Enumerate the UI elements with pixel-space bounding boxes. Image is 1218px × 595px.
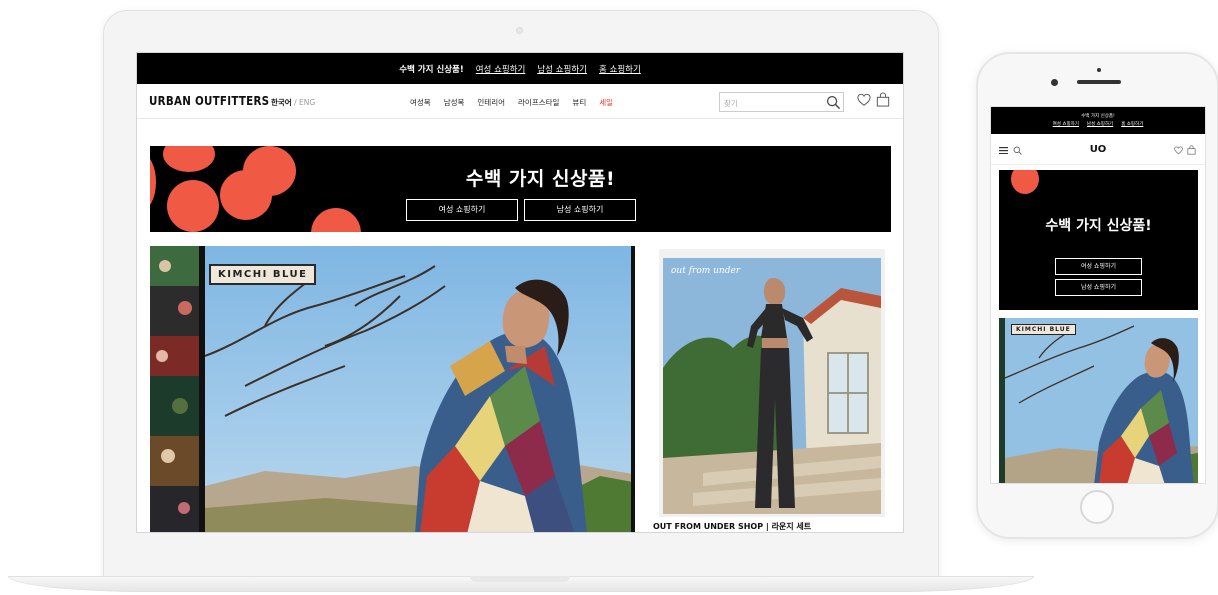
patchwork-pattern-image: [150, 246, 199, 532]
brand-sign-kimchi-blue: KIMCHI BLUE: [209, 264, 317, 285]
laptop-screen: 수백 가지 신상품! 여성 쇼핑하기 남성 쇼핑하기 홈 쇼핑하기 URBAN …: [136, 52, 904, 533]
mobile-promo-link-home[interactable]: 홈 쇼핑하기: [1121, 122, 1143, 127]
mobile-hero-banner: 수백 가지 신상품! 여성 쇼핑하기 남성 쇼핑하기: [999, 170, 1198, 310]
bag-icon[interactable]: [876, 92, 890, 107]
phone-camera: [1051, 79, 1058, 86]
mobile-promo-headline: 수백 가지 신상품!: [1081, 114, 1115, 119]
bag-icon[interactable]: [1187, 145, 1196, 155]
mobile-nav: UO: [991, 134, 1205, 165]
mobile-promo-link-men[interactable]: 남성 쇼핑하기: [1087, 122, 1113, 127]
search-placeholder: 찾기: [724, 99, 738, 108]
brand-logo[interactable]: URBAN OUTFITTERS: [149, 94, 269, 108]
photo-frame-edge: [631, 246, 635, 532]
nav-link-beauty[interactable]: 뷰티: [572, 97, 586, 108]
model-patchwork-jacket-image: [205, 246, 633, 532]
mobile-model-patchwork-jacket-image: [999, 318, 1198, 483]
promo-link-men[interactable]: 남성 쇼핑하기: [537, 63, 587, 75]
mobile-shop-women-button[interactable]: 여성 쇼핑하기: [1055, 258, 1142, 275]
nav-link-lifestyle[interactable]: 라이프스타일: [518, 97, 559, 108]
search-input[interactable]: 찾기: [719, 92, 844, 112]
decorative-dot: [311, 208, 361, 232]
lang-korean[interactable]: 한국어: [271, 98, 292, 107]
hero-title: 수백 가지 신상품!: [465, 168, 616, 190]
pattern-photo-strip[interactable]: [150, 246, 199, 532]
category-nav: 여성복 남성복 인테리어 라이프스타일 뷰티 세일: [410, 97, 613, 108]
promo-headline: 수백 가지 신상품!: [399, 64, 464, 75]
mobile-feature-photo[interactable]: KIMCHI BLUE: [999, 318, 1198, 483]
mobile-brand-logo[interactable]: UO: [991, 144, 1205, 155]
shop-men-button[interactable]: 남성 쇼핑하기: [524, 199, 636, 221]
side-feature-photo[interactable]: out from under: [663, 258, 881, 514]
search-icon[interactable]: [826, 95, 841, 110]
phone-speaker: [1077, 80, 1121, 84]
heart-icon[interactable]: [857, 93, 871, 107]
promo-bar: 수백 가지 신상품! 여성 쇼핑하기 남성 쇼핑하기 홈 쇼핑하기: [137, 53, 903, 84]
nav-link-sale[interactable]: 세일: [599, 97, 613, 108]
mobile-promo-link-women[interactable]: 여성 쇼핑하기: [1053, 122, 1079, 127]
main-nav: URBAN OUTFITTERS 한국어 / ENG 여성복 남성복 인테리어 …: [137, 84, 903, 119]
mobile-shop-men-button[interactable]: 남성 쇼핑하기: [1055, 279, 1142, 296]
promo-link-women[interactable]: 여성 쇼핑하기: [476, 63, 526, 75]
nav-link-men[interactable]: 남성복: [444, 97, 465, 108]
nav-link-interior[interactable]: 인테리어: [477, 97, 505, 108]
side-photo-script: out from under: [671, 266, 741, 276]
laptop-notch: [470, 576, 570, 582]
language-switcher: 한국어 / ENG: [271, 97, 315, 108]
side-photo-caption[interactable]: OUT FROM UNDER SHOP | 라운지 세트: [653, 521, 811, 532]
phone-screen: 수백 가지 신상품! 여성 쇼핑하기 남성 쇼핑하기 홈 쇼핑하기 UO 수백 가지…: [990, 106, 1206, 484]
mobile-promo-bar: 수백 가지 신상품! 여성 쇼핑하기 남성 쇼핑하기 홈 쇼핑하기: [991, 107, 1205, 134]
lang-separator: /: [291, 98, 299, 107]
device-mockup-stage: 수백 가지 신상품! 여성 쇼핑하기 남성 쇼핑하기 홈 쇼핑하기 URBAN …: [0, 0, 1218, 595]
laptop-camera: [516, 27, 523, 34]
mobile-brand-sign-kimchi-blue: KIMCHI BLUE: [1011, 324, 1076, 335]
nav-link-women[interactable]: 여성복: [410, 97, 431, 108]
shop-women-button[interactable]: 여성 쇼핑하기: [406, 199, 518, 221]
main-feature-photo[interactable]: KIMCHI BLUE: [205, 246, 633, 532]
hero-banner: 수백 가지 신상품! 여성 쇼핑하기 남성 쇼핑하기: [150, 146, 891, 232]
model-lounge-set-image: [663, 258, 881, 514]
lang-english[interactable]: ENG: [299, 98, 315, 107]
phone-home-button[interactable]: [1080, 490, 1114, 524]
phone-sensor: [1097, 68, 1101, 72]
heart-icon[interactable]: [1174, 146, 1183, 155]
decorative-dot: [1011, 170, 1039, 194]
promo-link-home[interactable]: 홈 쇼핑하기: [599, 63, 641, 75]
mobile-hero-title: 수백 가지 신상품!: [1045, 218, 1152, 234]
